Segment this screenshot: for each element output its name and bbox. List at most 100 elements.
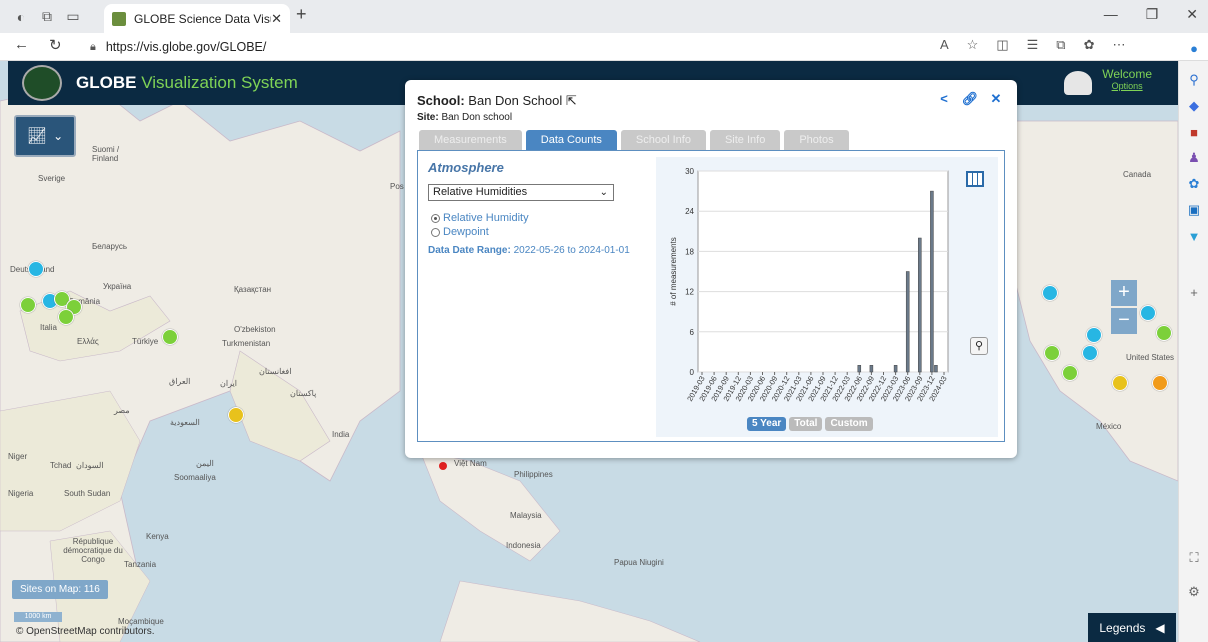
radio-dewpoint[interactable]: Dewpoint [431,226,489,238]
favorites-icon[interactable]: ☰ [1027,37,1039,53]
search-icon[interactable]: ⚲ [1179,67,1208,93]
browser-tab[interactable]: GLOBE Science Data Visualizatio ✕ [104,4,290,33]
back-icon[interactable]: ← [14,36,29,54]
close-tab-icon[interactable]: ✕ [271,11,282,27]
options-link[interactable]: Options [1102,81,1152,91]
chart-tool-button[interactable]: 📈︎ ⌄ [14,115,76,157]
map-label: Italia [40,323,57,332]
zoom-in-button[interactable]: + [1111,280,1137,306]
table-view-icon[interactable] [966,171,984,187]
map-label: Беларусь [92,242,127,251]
link-icon[interactable]: 🔗︎ [961,90,979,108]
url-text: https://vis.globe.gov/GLOBE/ [105,40,267,54]
map-label: United States [1126,353,1175,362]
site-popup: School: Ban Don School ⇱ Site: Ban Don s… [405,80,1017,458]
games-icon[interactable]: ♟ [1179,145,1208,171]
school-label: School: [417,93,465,108]
data-bar [905,271,910,373]
browser-sidebar: ● ⚲ ◆ ■ ♟ ✿ ▣ ▼ + ⛶ ⚙ [1178,41,1208,642]
shopping-tag-icon[interactable]: ◆ [1179,93,1208,119]
map-label: India [332,430,350,439]
profile-icon[interactable]: ◐ [8,4,34,30]
protocol-select[interactable]: Relative Humidities ⌄ [428,184,614,201]
y-tick-label: 0 [690,368,695,377]
url-field[interactable]: 🔒︎ https://vis.globe.gov/GLOBE/ [90,36,970,58]
screenshot-icon[interactable]: ⛶ [1179,545,1208,571]
site-marker[interactable] [1082,345,1098,361]
settings-gear-icon[interactable]: ⚙ [1179,579,1208,605]
zoom-out-button[interactable]: − [1111,308,1137,334]
site-marker[interactable] [1152,375,1168,391]
zoom-magnifier-icon[interactable]: ⚲ [970,337,988,355]
radio-dot[interactable] [431,213,440,223]
split-screen-icon[interactable]: ◫ [996,37,1008,53]
map-label: Tchad [50,461,72,470]
y-tick-label: 18 [685,247,694,256]
site-marker[interactable] [162,329,178,345]
outlook-icon[interactable]: ▣ [1179,197,1208,223]
site-marker[interactable] [1042,285,1058,301]
tab-photos[interactable]: Photos [784,130,849,150]
new-tab-button[interactable]: + [296,4,307,25]
site-marker[interactable] [1062,365,1078,381]
range-buttons: 5 Year Total Custom [747,417,873,431]
copilot-icon[interactable]: ● [1179,35,1208,61]
site-marker[interactable] [28,261,44,277]
map-label: Papua Niugini [614,558,664,567]
open-external-icon[interactable]: ⇱ [566,93,577,108]
data-bar [934,365,938,373]
site-marker[interactable] [228,407,244,423]
close-window-icon[interactable]: ✕ [1186,6,1198,23]
lock-icon[interactable]: 🔒︎ [90,41,96,54]
radio-dot[interactable] [431,227,440,237]
site-marker[interactable] [1112,375,1128,391]
refresh-icon[interactable]: ↻ [49,36,62,54]
map-label: Türkiye [132,337,159,346]
site-marker[interactable] [1044,345,1060,361]
close-icon[interactable]: ✕ [987,90,1005,108]
collections-icon[interactable]: ⧉ [1056,37,1065,53]
read-aloud-icon[interactable]: A [940,37,949,53]
osm-attribution: © OpenStreetMap contributors. [16,626,155,637]
share-icon[interactable]: < [935,90,953,108]
range-5-year-button[interactable]: 5 Year [747,417,787,431]
favorite-star-icon[interactable]: ☆ [967,37,979,53]
m365-icon[interactable]: ✿ [1179,171,1208,197]
map-label: Malaysia [510,511,542,520]
extensions-icon[interactable]: ✿ [1084,37,1095,53]
tab-school-info[interactable]: School Info [620,130,706,150]
site-marker[interactable] [1086,327,1102,343]
tab-site-info[interactable]: Site Info [709,130,781,150]
map-label: Indonesia [506,541,541,550]
tab-measurements[interactable]: Measurements [419,130,522,150]
site-marker[interactable] [1140,305,1156,321]
tab-data-counts[interactable]: Data Counts [525,130,617,150]
window-controls: — ❐ ✕ [1104,6,1198,23]
popup-body: Atmosphere Relative Humidities ⌄ Relative… [417,150,1005,442]
add-sidebar-icon[interactable]: + [1179,279,1208,305]
range-total-button[interactable]: Total [789,417,823,431]
drop-icon[interactable]: ▼ [1179,223,1208,249]
site-marker[interactable] [1156,325,1172,341]
minimize-icon[interactable]: — [1104,6,1118,23]
globe-logo [22,65,62,101]
selected-site-marker[interactable] [439,462,447,470]
site-marker[interactable] [20,297,36,313]
range-custom-button[interactable]: Custom [825,417,873,431]
tools-icon[interactable]: ■ [1179,119,1208,145]
more-icon[interactable]: ⋯ [1112,37,1125,53]
legends-button[interactable]: Legends ◀ [1088,613,1176,642]
tab-actions-icon[interactable]: ▭ [60,4,86,30]
radio-relative-humidity[interactable]: Relative Humidity [431,212,529,224]
map-label: اليمن [196,459,214,468]
caret-left-icon: ◀ [1155,620,1165,635]
map-label: O'zbekiston [234,325,276,334]
chart-svg: 0612182430# of measurements2019-032019-0… [669,167,949,403]
globe-favicon-icon [112,11,126,26]
map-label: Sverige [38,174,66,183]
user-icon[interactable] [1064,71,1092,95]
restore-icon[interactable]: ❐ [1146,6,1159,23]
site-marker[interactable] [58,309,74,325]
welcome-area: Welcome Options [1102,67,1152,91]
workspaces-icon[interactable]: ⧉ [34,4,60,30]
